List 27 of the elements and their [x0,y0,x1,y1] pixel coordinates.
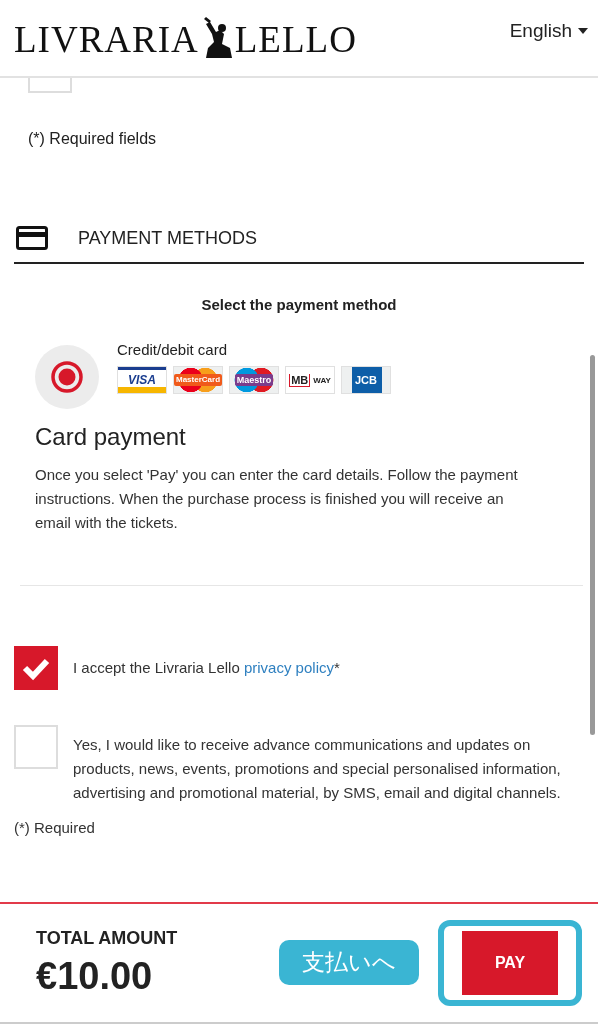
section-title: PAYMENT METHODS [78,227,257,249]
total-amount: €10.00 [36,955,153,998]
total-label: TOTAL AMOUNT [36,928,178,949]
checkbox[interactable] [14,646,58,690]
card-brand-logo: MasterCard [173,366,223,394]
logo-text[interactable]: LELLO [234,18,357,61]
consent-text: I accept the Livraria Lello privacy policy* [73,658,340,678]
scrollbar[interactable] [590,355,595,735]
radio-button[interactable] [35,345,99,409]
card-brand-logo: MB WAY [285,366,335,394]
method-description: Once you select 'Pay' you can enter the card details. Follow the payment instructions. When the purchase process is finished you will receive an email with the tickets. [35,465,519,533]
language-selector[interactable]: English [509,20,588,42]
required-note: (*) Required [14,819,96,836]
option-label: Credit/debit card [117,341,229,358]
prompt-text: Select the payment method [200,296,398,313]
method-title: Card payment [35,423,187,451]
caret-icon [578,28,588,34]
consent-text: Yes, I would like to receive advance communications and updates on products, news, events, promotions and special personalised information, advertising and promotional material, by SMS, email and digital channels. [73,735,562,803]
required-note: (*) Required fields [28,130,158,148]
logo-text[interactable]: LIVRARIA [14,18,199,61]
card-brand-logo: JCB [341,366,391,394]
pay-button[interactable]: PAY [462,931,558,995]
card-brand-logo: Maestro [229,366,279,394]
privacy-policy-link[interactable]: privacy policy [243,659,334,676]
card-brand-logo: VISA [117,366,167,394]
callout-label: 支払いへ [279,940,419,985]
credit-card-icon [16,226,48,250]
